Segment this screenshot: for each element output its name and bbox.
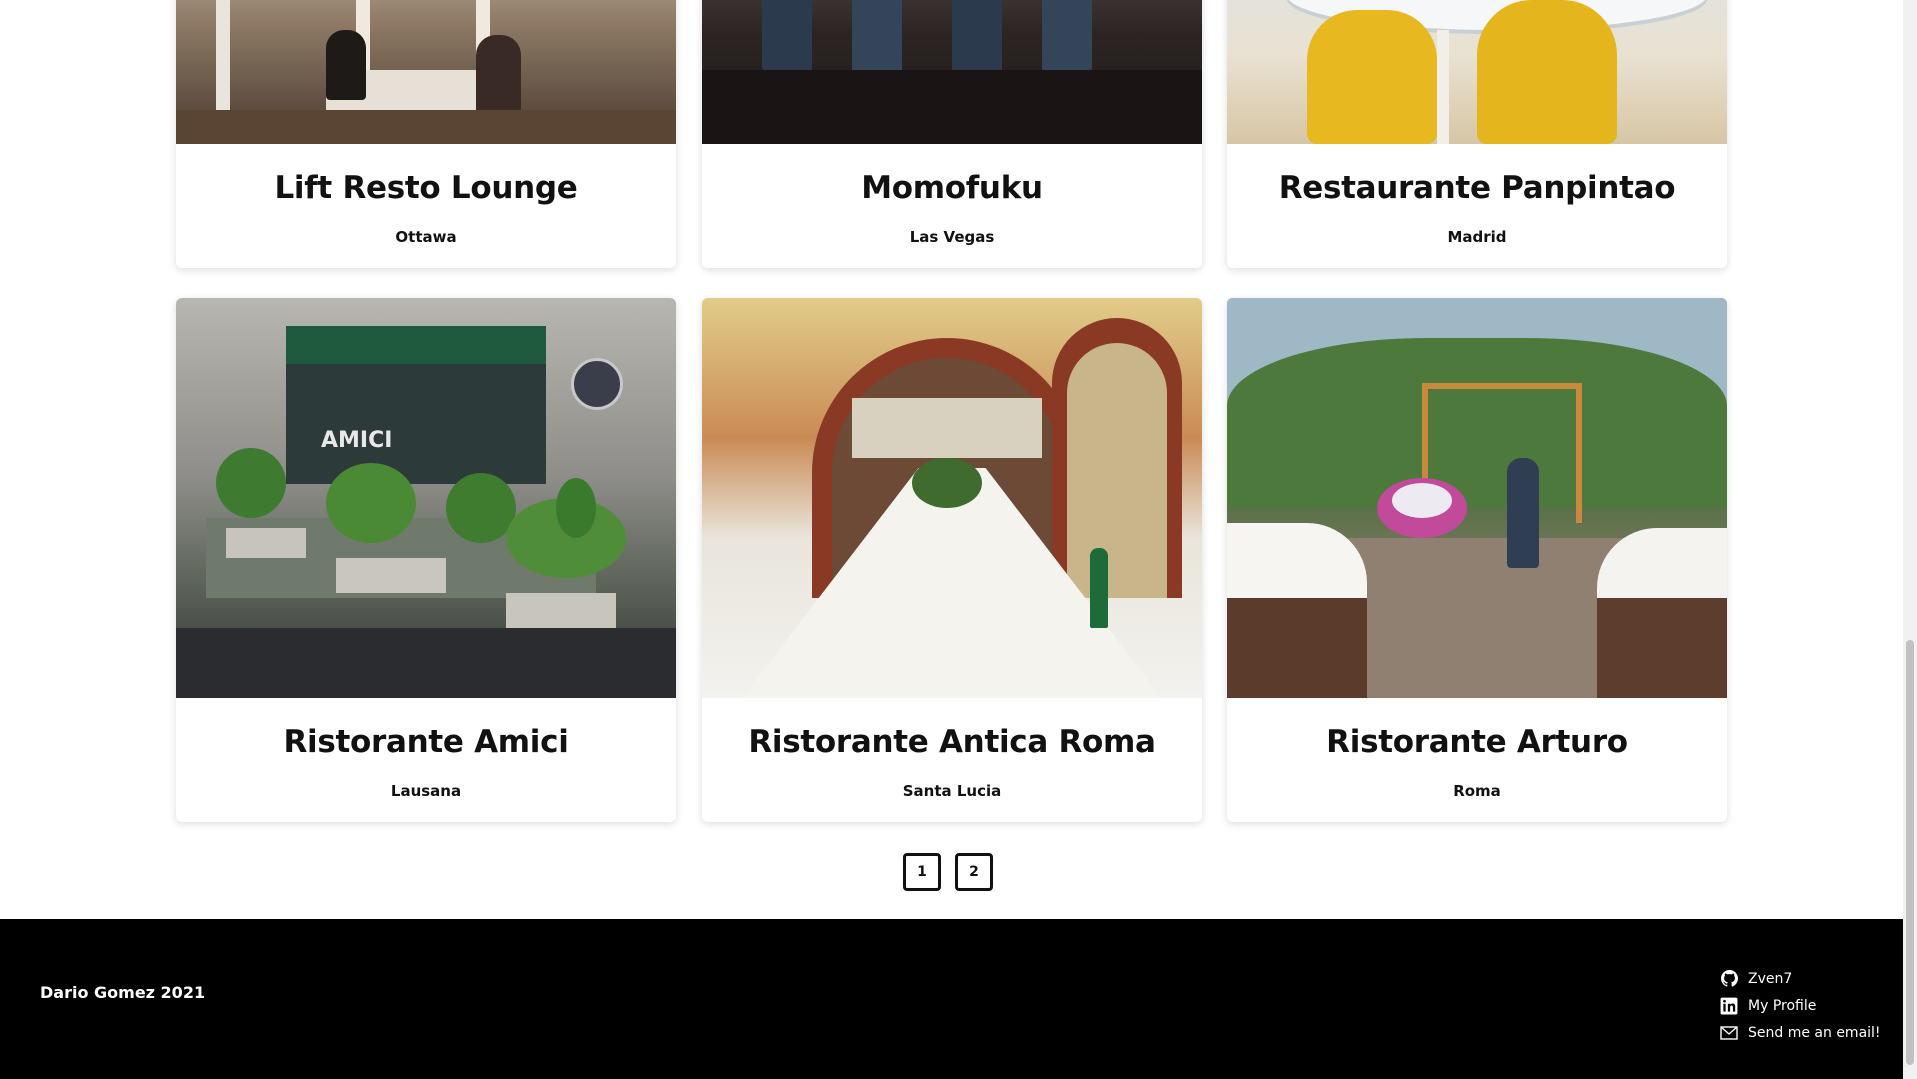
linkedin-icon: [1720, 997, 1738, 1015]
linkedin-link[interactable]: My Profile: [1720, 992, 1881, 1019]
restaurant-photo: [1227, 298, 1727, 698]
amici-logo: AMICI: [321, 428, 393, 453]
restaurant-name: Lift Resto Lounge: [274, 170, 578, 206]
restaurant-city: Lausana: [390, 782, 462, 800]
restaurant-card[interactable]: Lift Resto Lounge Ottawa: [176, 0, 676, 268]
github-link-label: Zven7: [1748, 970, 1793, 987]
linkedin-link-label: My Profile: [1748, 997, 1817, 1014]
restaurant-photo: [702, 298, 1202, 698]
restaurant-card[interactable]: Momofuku Las Vegas: [702, 0, 1202, 268]
restaurant-name: Ristorante Amici: [283, 724, 569, 760]
page-button-1[interactable]: 1: [903, 853, 941, 891]
restaurant-photo: [176, 0, 676, 144]
restaurant-photo: [1227, 0, 1727, 144]
restaurant-city: Ottawa: [395, 228, 457, 246]
restaurant-name: Restaurante Panpintao: [1278, 170, 1676, 206]
github-link[interactable]: Zven7: [1720, 965, 1881, 992]
footer-copyright: Dario Gomez 2021: [40, 983, 206, 1002]
footer-links: Zven7 My Profile Send me an email!: [1720, 965, 1881, 1046]
email-link[interactable]: Send me an email!: [1720, 1019, 1881, 1046]
pagination: 1 2: [903, 853, 993, 891]
footer: Dario Gomez 2021 Zven7 My Profile Send m…: [0, 919, 1903, 1079]
page-button-2[interactable]: 2: [955, 853, 993, 891]
restaurant-name: Ristorante Arturo: [1326, 724, 1628, 760]
restaurant-city: Madrid: [1447, 228, 1507, 246]
page: Lift Resto Lounge Ottawa Momofuku Las Ve…: [0, 0, 1917, 1079]
restaurant-city: Santa Lucia: [902, 782, 1002, 800]
restaurant-photo: AMICI: [176, 298, 676, 698]
restaurant-photo: [702, 0, 1202, 144]
restaurant-card[interactable]: Ristorante Arturo Roma: [1227, 298, 1727, 822]
restaurant-name: Momofuku: [861, 170, 1043, 206]
vertical-scrollbar[interactable]: [1903, 0, 1917, 1079]
restaurant-name: Ristorante Antica Roma: [748, 724, 1156, 760]
restaurant-city: Roma: [1453, 782, 1501, 800]
restaurant-card[interactable]: Ristorante Antica Roma Santa Lucia: [702, 298, 1202, 822]
restaurant-city: Las Vegas: [909, 228, 995, 246]
restaurant-card[interactable]: AMICI Ristorante Amici Lausana: [176, 298, 676, 822]
email-link-label: Send me an email!: [1748, 1024, 1881, 1041]
mail-icon: [1720, 1024, 1738, 1042]
scrollbar-thumb[interactable]: [1906, 640, 1914, 1065]
github-icon: [1720, 970, 1738, 988]
restaurant-card[interactable]: Restaurante Panpintao Madrid: [1227, 0, 1727, 268]
